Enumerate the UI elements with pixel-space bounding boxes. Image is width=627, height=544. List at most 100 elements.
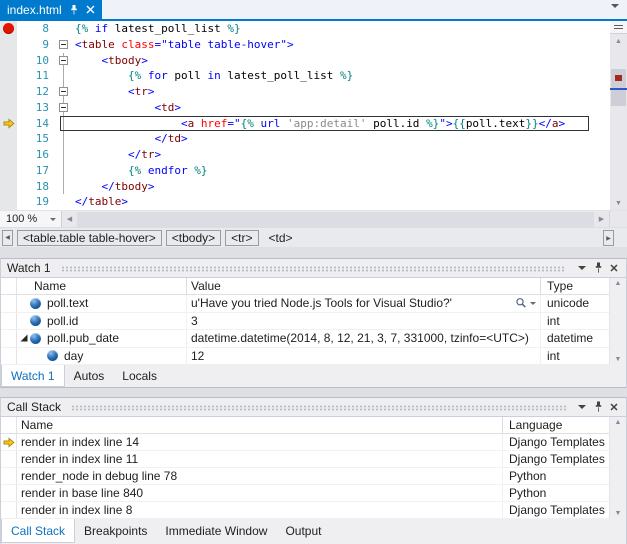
code-text[interactable]: {% endfor %}: [72, 163, 207, 179]
callstack-frame-row[interactable]: render_node in debug line 78Python: [1, 468, 609, 485]
fold-collapse-icon[interactable]: [59, 103, 68, 112]
fold-margin[interactable]: [57, 37, 72, 53]
callstack-scrollbar[interactable]: ▲ ▼: [609, 417, 626, 519]
breakpoint-margin[interactable]: [0, 37, 17, 53]
code-text[interactable]: {% if latest_poll_list %}: [72, 21, 241, 37]
breakpoint-margin[interactable]: [0, 53, 17, 69]
code-line[interactable]: 17 {% endfor %}: [0, 163, 610, 179]
breakpoint-margin[interactable]: [0, 179, 17, 195]
watch-value-cell[interactable]: datetime.datetime(2014, 8, 12, 21, 3, 7,…: [187, 330, 541, 347]
breakpoint-margin[interactable]: [0, 147, 17, 163]
code-line[interactable]: 12 <tr>: [0, 84, 610, 100]
breadcrumb-item[interactable]: <tbody>: [166, 230, 221, 246]
watch-row[interactable]: poll.textu'Have you tried Node.js Tools …: [1, 295, 609, 313]
watch-value-cell[interactable]: 12: [187, 348, 541, 365]
scroll-down-arrow-icon[interactable]: ▼: [610, 196, 627, 210]
fold-collapse-icon[interactable]: [59, 56, 68, 65]
code-line[interactable]: 10 <tbody>: [0, 53, 610, 69]
watch-title-bar[interactable]: Watch 1 ✕: [1, 259, 626, 277]
breadcrumb-right-arrow-icon[interactable]: ▶: [603, 230, 614, 246]
callstack-tab-call-stack[interactable]: Call Stack: [1, 519, 75, 543]
zoom-select[interactable]: 100 %: [0, 211, 62, 227]
panel-splitter[interactable]: [0, 247, 627, 258]
scroll-right-arrow-icon[interactable]: ▶: [594, 215, 609, 223]
watch-row[interactable]: poll.id3int: [1, 313, 609, 331]
scroll-up-arrow-icon[interactable]: ▲: [610, 280, 626, 287]
watch-col-type[interactable]: Type: [541, 278, 609, 294]
watch-row[interactable]: poll.pub_datedatetime.datetime(2014, 8, …: [1, 330, 609, 348]
callstack-tab-output[interactable]: Output: [276, 519, 330, 543]
watch-tab-autos[interactable]: Autos: [65, 365, 114, 387]
code-line[interactable]: 9<table class="table table-hover">: [0, 37, 610, 53]
code-line[interactable]: 8{% if latest_poll_list %}: [0, 21, 610, 37]
fold-collapse-icon[interactable]: [59, 87, 68, 96]
watch-name-cell[interactable]: poll.text: [17, 295, 187, 312]
breadcrumb-item[interactable]: <table.table table-hover>: [17, 230, 162, 246]
visualizer-dropdown-icon[interactable]: [530, 302, 536, 308]
watch-value-cell[interactable]: u'Have you tried Node.js Tools for Visua…: [187, 295, 541, 312]
callstack-tab-breakpoints[interactable]: Breakpoints: [75, 519, 156, 543]
breakpoint-margin[interactable]: [0, 68, 17, 84]
fold-margin[interactable]: [57, 84, 72, 100]
fold-margin[interactable]: [57, 53, 72, 69]
scroll-up-arrow-icon[interactable]: ▲: [610, 34, 627, 48]
close-icon[interactable]: ✕: [606, 400, 622, 415]
document-tab[interactable]: index.html: [0, 0, 102, 19]
watch-tab-watch-1[interactable]: Watch 1: [1, 365, 65, 387]
code-line[interactable]: 15 </td>: [0, 131, 610, 147]
close-icon[interactable]: [86, 5, 95, 14]
breakpoint-margin[interactable]: [0, 116, 17, 132]
code-lines[interactable]: 8{% if latest_poll_list %}9<table class=…: [0, 21, 610, 210]
callstack-tab-immediate-window[interactable]: Immediate Window: [156, 519, 276, 543]
code-line[interactable]: 19</table>: [0, 194, 610, 210]
code-line[interactable]: 18 </tbody>: [0, 179, 610, 195]
watch-scrollbar[interactable]: ▲ ▼: [609, 278, 626, 365]
code-line[interactable]: 16 </tr>: [0, 147, 610, 163]
split-editor-handle-icon[interactable]: [610, 21, 627, 34]
breadcrumb-left-arrow-icon[interactable]: ◀: [2, 230, 13, 246]
callstack-frame-row[interactable]: render in index line 11Django Templates: [1, 451, 609, 468]
tab-strip-dropdown-icon[interactable]: [611, 4, 619, 12]
breakpoint-margin[interactable]: [0, 84, 17, 100]
value-visualizer[interactable]: [515, 297, 540, 309]
watch-row[interactable]: day12int: [1, 348, 609, 366]
watch-value-cell[interactable]: 3: [187, 313, 541, 330]
code-text[interactable]: </tr>: [72, 147, 161, 163]
window-position-icon[interactable]: [574, 400, 590, 415]
expand-collapse-icon[interactable]: [19, 333, 29, 343]
breakpoint-margin[interactable]: [0, 131, 17, 147]
horizontal-scrollbar-thumb[interactable]: [77, 212, 594, 227]
code-text[interactable]: {% for poll in latest_poll_list %}: [72, 68, 353, 84]
breakpoint-margin[interactable]: [0, 194, 17, 210]
watch-name-cell[interactable]: poll.pub_date: [17, 330, 187, 347]
breadcrumb-item[interactable]: <tr>: [225, 230, 258, 246]
pin-icon[interactable]: [590, 261, 606, 276]
fold-collapse-icon[interactable]: [59, 40, 68, 49]
expander[interactable]: [17, 333, 30, 343]
watch-name-cell[interactable]: poll.id: [17, 313, 187, 330]
code-text[interactable]: <table class="table table-hover">: [72, 37, 294, 53]
magnifier-icon[interactable]: [515, 297, 528, 309]
code-line[interactable]: 11 {% for poll in latest_poll_list %}: [0, 68, 610, 84]
pin-icon[interactable]: [69, 4, 79, 15]
close-icon[interactable]: ✕: [606, 261, 622, 276]
breakpoint-margin[interactable]: [0, 163, 17, 179]
callstack-col-language[interactable]: Language: [503, 417, 609, 433]
callstack-frame-row[interactable]: render in index line 8Django Templates: [1, 502, 609, 519]
watch-col-value[interactable]: Value: [187, 278, 541, 294]
code-text[interactable]: </table>: [72, 194, 128, 210]
code-text[interactable]: </tbody>: [72, 179, 155, 195]
scrollbar-track[interactable]: [610, 49, 627, 196]
breakpoint-icon[interactable]: [3, 23, 14, 34]
watch-col-name[interactable]: Name: [17, 278, 187, 294]
callstack-col-name[interactable]: Name: [17, 417, 503, 433]
window-position-icon[interactable]: [574, 261, 590, 276]
callstack-frame-row[interactable]: render in base line 840Python: [1, 485, 609, 502]
panel-splitter[interactable]: [0, 388, 627, 397]
code-text[interactable]: </td>: [72, 131, 188, 147]
editor-horizontal-scrollbar[interactable]: ◀ ▶: [62, 211, 609, 227]
watch-tab-locals[interactable]: Locals: [113, 365, 166, 387]
breakpoint-margin[interactable]: [0, 100, 17, 116]
callstack-title-bar[interactable]: Call Stack ✕: [1, 398, 626, 416]
breadcrumb-item[interactable]: <td>: [263, 230, 299, 246]
